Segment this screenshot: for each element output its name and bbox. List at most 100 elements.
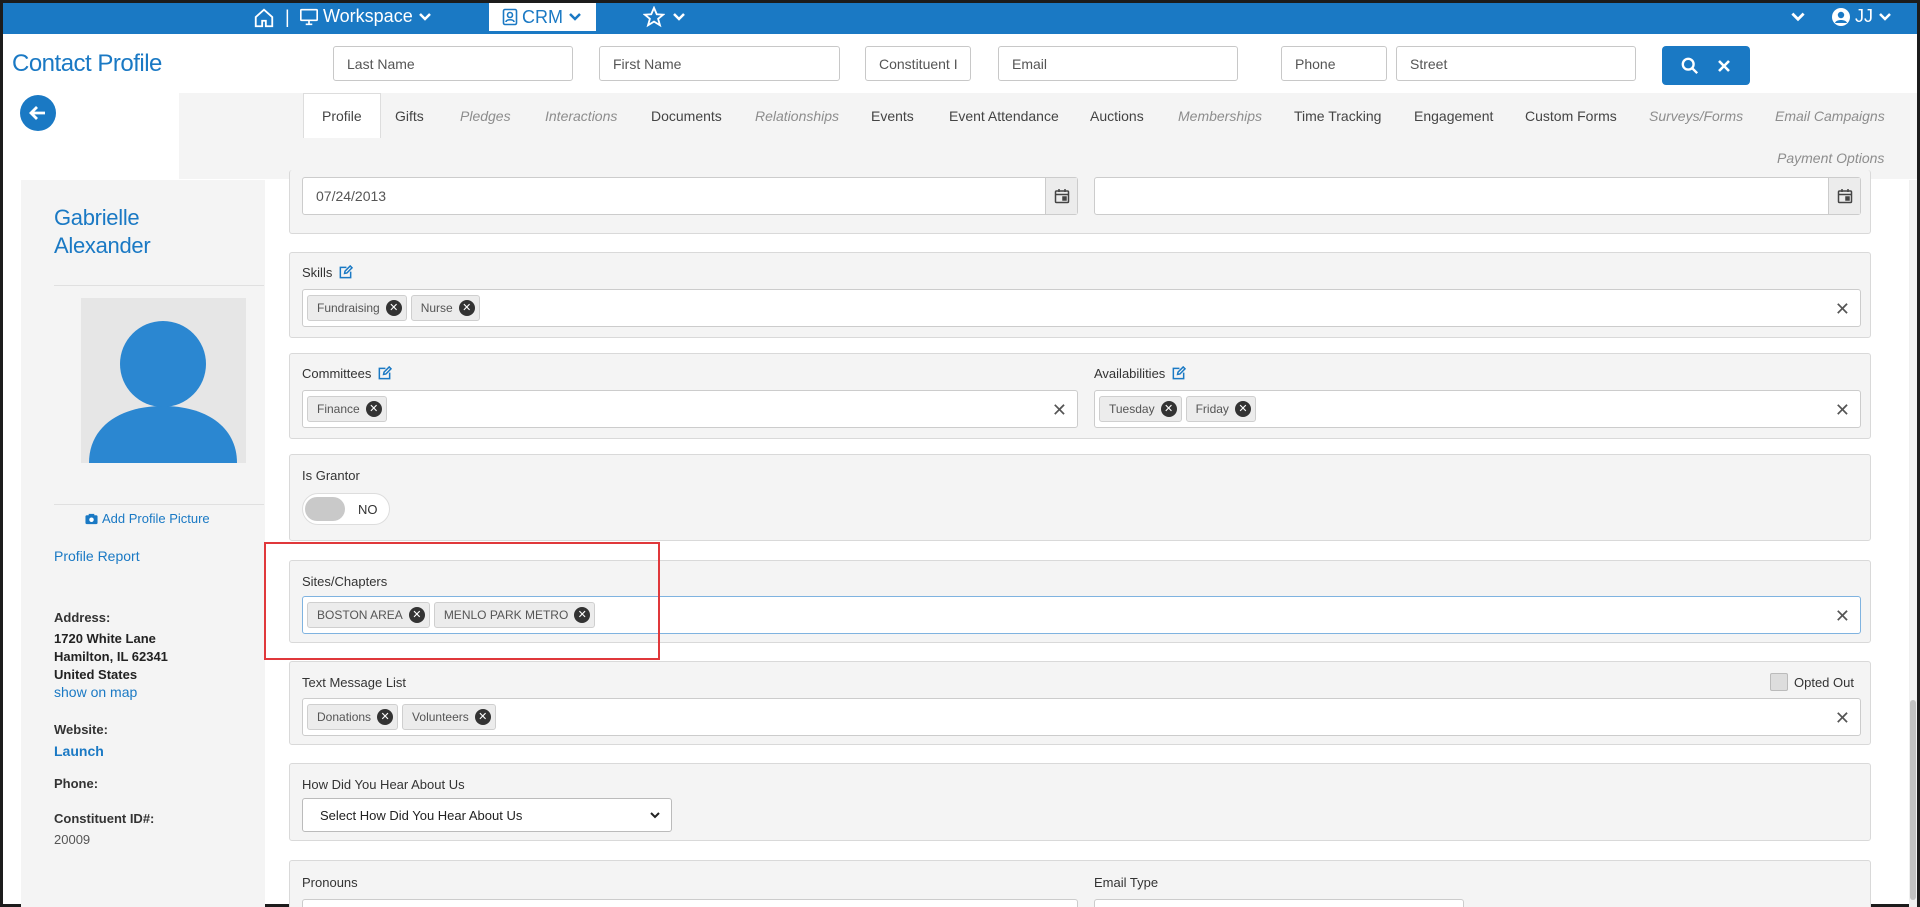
remove-tag-icon[interactable]: ✕: [1160, 401, 1177, 417]
tab-events[interactable]: Events: [871, 93, 914, 138]
committees-section: Committees Finance ✕ ✕ Availabilities Tue…: [289, 353, 1871, 439]
last-name-input[interactable]: [333, 46, 573, 81]
tab-custom-forms[interactable]: Custom Forms: [1525, 93, 1617, 138]
opted-out-checkbox[interactable]: Opted Out: [1770, 673, 1854, 691]
address-line2: Hamilton, IL 62341: [54, 649, 168, 664]
tab-event-attendance[interactable]: Event Attendance: [949, 93, 1059, 138]
remove-tag-icon[interactable]: ✕: [385, 300, 402, 316]
tab-relationships: Relationships: [755, 107, 840, 124]
how-heard-label: How Did You Hear About Us: [302, 777, 465, 792]
profile-form: 07/24/2013 Skills Fundraising ✕ Nurse ✕ ✕ …: [289, 170, 1911, 907]
contact-name: Gabrielle Alexander: [54, 204, 214, 260]
edit-icon[interactable]: [377, 366, 393, 381]
is-grantor-label: Is Grantor: [302, 468, 360, 483]
camera-icon: [85, 513, 98, 524]
clear-icon[interactable]: ✕: [1052, 401, 1067, 419]
phone-input[interactable]: [1281, 46, 1387, 81]
crm-label: CRM: [522, 6, 563, 27]
profile-photo-frame: [54, 285, 264, 505]
tab-auctions[interactable]: Auctions: [1090, 93, 1144, 138]
calendar-icon[interactable]: [1828, 178, 1860, 214]
remove-tag-icon[interactable]: ✕: [474, 709, 491, 725]
text-message-list-tag-input[interactable]: Donations ✕ Volunteers ✕ ✕: [302, 698, 1861, 736]
show-on-map-link[interactable]: show on map: [54, 684, 137, 700]
remove-tag-icon[interactable]: ✕: [365, 401, 382, 417]
profile-tabs: Profile Gifts Pledges Interactions Docum…: [179, 93, 1917, 179]
scrollbar-thumb[interactable]: [1910, 700, 1916, 900]
checkbox[interactable]: [1770, 673, 1788, 691]
constituent-id-label: Constituent ID#:: [54, 811, 155, 826]
crm-menu[interactable]: CRM: [489, 3, 596, 34]
website-label: Website:: [54, 722, 108, 737]
remove-tag-icon[interactable]: ✕: [408, 607, 425, 623]
avatar: [81, 298, 246, 463]
back-button[interactable]: [20, 95, 56, 131]
workspace-menu[interactable]: Workspace: [299, 6, 433, 27]
clear-icon[interactable]: ✕: [1835, 300, 1850, 318]
calendar-icon[interactable]: [1045, 178, 1077, 214]
chevron-down-icon: [418, 12, 431, 21]
toggle-knob: [305, 497, 345, 521]
profile-report-link[interactable]: Profile Report: [54, 548, 140, 564]
phone-label: Phone:: [54, 776, 99, 791]
vertical-scrollbar[interactable]: [1909, 180, 1917, 907]
constituent-id-input[interactable]: [865, 46, 971, 81]
date-section: 07/24/2013: [289, 170, 1871, 234]
favorites-menu[interactable]: [643, 6, 687, 28]
add-profile-picture-link[interactable]: Add Profile Picture: [85, 511, 210, 526]
skills-label: Skills: [302, 265, 354, 280]
chevron-down-icon: [650, 812, 660, 819]
chevron-down-icon[interactable]: [1789, 9, 1807, 25]
close-icon[interactable]: [1717, 59, 1731, 73]
date-input[interactable]: 07/24/2013: [302, 177, 1078, 215]
user-silhouette-icon: [89, 321, 237, 463]
edit-icon[interactable]: [338, 265, 354, 280]
tab-documents[interactable]: Documents: [651, 93, 722, 138]
star-icon: [643, 6, 665, 28]
pronouns-input[interactable]: [302, 899, 1078, 907]
tab-time-tracking[interactable]: Time Tracking: [1294, 93, 1381, 138]
first-name-input[interactable]: [599, 46, 840, 81]
edit-icon[interactable]: [1171, 366, 1187, 381]
chevron-down-icon: [1879, 12, 1891, 21]
street-input[interactable]: [1396, 46, 1636, 81]
user-circle-icon: [1832, 7, 1850, 26]
clear-icon[interactable]: ✕: [1835, 401, 1850, 419]
website-launch-link[interactable]: Launch: [54, 743, 104, 759]
remove-tag-icon[interactable]: ✕: [377, 709, 394, 725]
availabilities-tag-input[interactable]: Tuesday ✕ Friday ✕ ✕: [1094, 390, 1861, 428]
contact-first-name: Gabrielle: [54, 205, 140, 230]
committees-tag-input[interactable]: Finance ✕ ✕: [302, 390, 1078, 428]
clear-icon[interactable]: ✕: [1835, 607, 1850, 625]
tab-profile[interactable]: Profile: [303, 93, 381, 138]
remove-tag-icon[interactable]: ✕: [1234, 401, 1251, 417]
second-date-input[interactable]: [1094, 177, 1861, 215]
sites-chapters-tag-input[interactable]: BOSTON AREA ✕ MENLO PARK METRO ✕ ✕: [302, 596, 1861, 634]
remove-tag-icon[interactable]: ✕: [574, 607, 591, 623]
tab-email-campaigns: Email Campaigns: [1775, 107, 1885, 124]
user-menu[interactable]: JJ: [1831, 6, 1893, 27]
how-heard-section: How Did You Hear About Us Select How Did…: [289, 763, 1871, 841]
skills-section: Skills Fundraising ✕ Nurse ✕ ✕: [289, 252, 1871, 338]
is-grantor-toggle[interactable]: NO: [302, 493, 390, 525]
email-input[interactable]: [998, 46, 1238, 81]
how-heard-select[interactable]: Select How Did You Hear About Us: [302, 798, 672, 832]
nav-separator: |: [285, 7, 290, 27]
clear-icon[interactable]: ✕: [1835, 709, 1850, 727]
contact-sidebar: Gabrielle Alexander Add Profile Picture …: [21, 180, 265, 907]
email-type-select[interactable]: [1094, 899, 1464, 907]
home-icon[interactable]: [253, 7, 275, 29]
skill-tag: Fundraising ✕: [307, 295, 407, 321]
contact-last-name: Alexander: [54, 233, 151, 258]
committee-tag: Finance ✕: [307, 396, 387, 422]
tab-engagement[interactable]: Engagement: [1414, 93, 1493, 138]
availabilities-label: Availabilities: [1094, 366, 1187, 381]
remove-tag-icon[interactable]: ✕: [458, 300, 475, 316]
tab-gifts[interactable]: Gifts: [395, 93, 424, 138]
pronouns-label: Pronouns: [302, 875, 358, 890]
text-list-tag: Volunteers ✕: [402, 704, 496, 730]
search-icon[interactable]: [1681, 57, 1699, 75]
address-label: Address:: [54, 610, 111, 625]
skills-tag-input[interactable]: Fundraising ✕ Nurse ✕ ✕: [302, 289, 1861, 327]
top-nav-bar: | Workspace CRM JJ: [3, 3, 1917, 34]
